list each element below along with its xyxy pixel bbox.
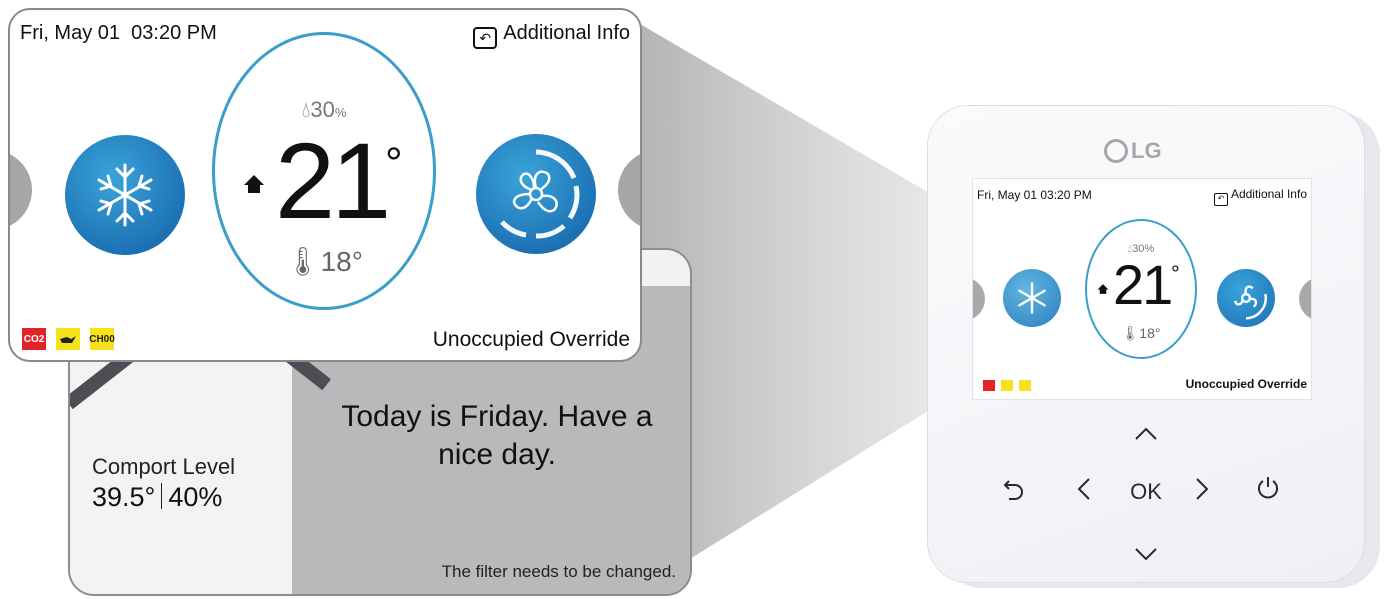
lg-controller-device: LG Fri, May 01 03:20 PM ↶ Additional Info…: [928, 106, 1364, 582]
channel-badge-line2: 00: [103, 333, 115, 345]
additional-info-label: Additional Info: [503, 22, 630, 44]
co2-warning-badge: CO2: [22, 328, 46, 350]
mini-fan-icon: [1234, 285, 1267, 320]
down-button[interactable]: [1126, 532, 1166, 572]
channel-badge-line1: CH: [89, 333, 104, 345]
greeting-message: Today is Friday. Have a nice day.: [341, 400, 653, 471]
divider: [161, 483, 163, 509]
thermostat-main-screen: Fri, May 01 03:20 PM ↶ Additional Info 💧︎…: [8, 8, 642, 362]
mini-ch-badge: [1019, 380, 1031, 391]
brand-name: LG: [1131, 138, 1162, 163]
mini-snowflake-icon: [1018, 282, 1046, 314]
humidity-value: 30: [310, 97, 335, 122]
channel-badge: CH 00: [89, 328, 115, 350]
home-icon: [244, 175, 264, 193]
fan-icon: [500, 149, 580, 239]
filter-message: The filter needs to be changed.: [441, 562, 676, 581]
chevron-down-icon: [1135, 548, 1157, 561]
power-icon: [1258, 477, 1278, 499]
previous-page-tab[interactable]: [10, 150, 32, 230]
next-page-tab[interactable]: [618, 150, 640, 230]
comfort-humidity: 40%: [168, 482, 223, 512]
mini-mode-button: [1003, 269, 1061, 327]
mini-oil-badge: [1001, 380, 1013, 391]
date-time: Fri, May 01 03:20 PM: [20, 22, 217, 45]
mini-additional-info-label: Additional Info: [1230, 187, 1307, 201]
chevron-up-icon: [1135, 427, 1157, 440]
chevron-right-icon: [1196, 478, 1209, 500]
device-screen: Fri, May 01 03:20 PM ↶ Additional Info 💧︎…: [972, 178, 1312, 400]
mode-cool-button[interactable]: [65, 135, 185, 255]
mini-degree-symbol: °: [1171, 261, 1180, 286]
mini-fan-button: [1217, 269, 1275, 327]
right-button[interactable]: [1182, 472, 1222, 512]
power-button[interactable]: [1248, 472, 1288, 512]
mini-next-tab: [1299, 277, 1311, 321]
mini-home-icon: [1097, 284, 1109, 294]
mini-current-temperature: 21: [1113, 253, 1173, 316]
thermometer-icon: 🌡︎: [285, 246, 321, 277]
date-text: Fri, May 01: [20, 22, 121, 44]
degree-symbol: °: [385, 139, 403, 188]
up-button[interactable]: [1126, 412, 1166, 452]
mini-override-status: Unoccupied Override: [1185, 377, 1307, 391]
return-icon: ↶: [473, 27, 498, 49]
temperature-dial[interactable]: 💧︎30% 21 ° 🌡︎18°: [212, 32, 436, 310]
lg-logo-icon: [1104, 139, 1128, 163]
mini-additional-info: ↶ Additional Info: [1213, 187, 1307, 206]
time-text: 03:20 PM: [131, 22, 217, 44]
additional-info-button[interactable]: ↶ Additional Info: [473, 22, 630, 49]
oil-change-icon: [56, 328, 80, 350]
set-temperature-value: 18°: [320, 246, 363, 277]
status-badges: CO2 CH 00: [22, 328, 115, 350]
mini-thermometer-icon: 🌡︎: [1121, 325, 1140, 341]
return-arrow-icon: [1003, 480, 1023, 500]
set-temperature: 🌡︎18°: [215, 245, 433, 278]
fan-speed-button[interactable]: [476, 134, 596, 254]
mini-return-icon: ↶: [1213, 193, 1228, 206]
snowflake-icon: [97, 163, 153, 227]
chevron-left-icon: [1077, 478, 1090, 500]
comfort-temp: 39.5°: [92, 482, 156, 512]
current-temperature: 21: [275, 120, 391, 241]
comfort-level-values: 39.5° 40%: [92, 482, 222, 513]
mini-set-temperature-value: 18°: [1139, 325, 1161, 341]
mini-temperature-dial: 💧︎30% 21 ° 🌡︎18°: [1085, 219, 1197, 359]
back-button[interactable]: [994, 472, 1034, 512]
mini-date-time: Fri, May 01 03:20 PM: [977, 188, 1092, 202]
mini-prev-tab: [973, 277, 985, 321]
left-button[interactable]: [1064, 472, 1104, 512]
mini-set-temperature: 🌡︎18°: [1087, 325, 1195, 342]
unoccupied-override-status: Unoccupied Override: [432, 328, 630, 351]
mini-status-badges: [983, 380, 1031, 391]
ok-button[interactable]: OK: [1126, 472, 1166, 512]
comfort-level-label: Comport Level: [92, 454, 236, 479]
humidity-unit: %: [334, 105, 347, 120]
lg-logo: LG: [1104, 138, 1162, 164]
mini-co2-badge: [983, 380, 995, 391]
